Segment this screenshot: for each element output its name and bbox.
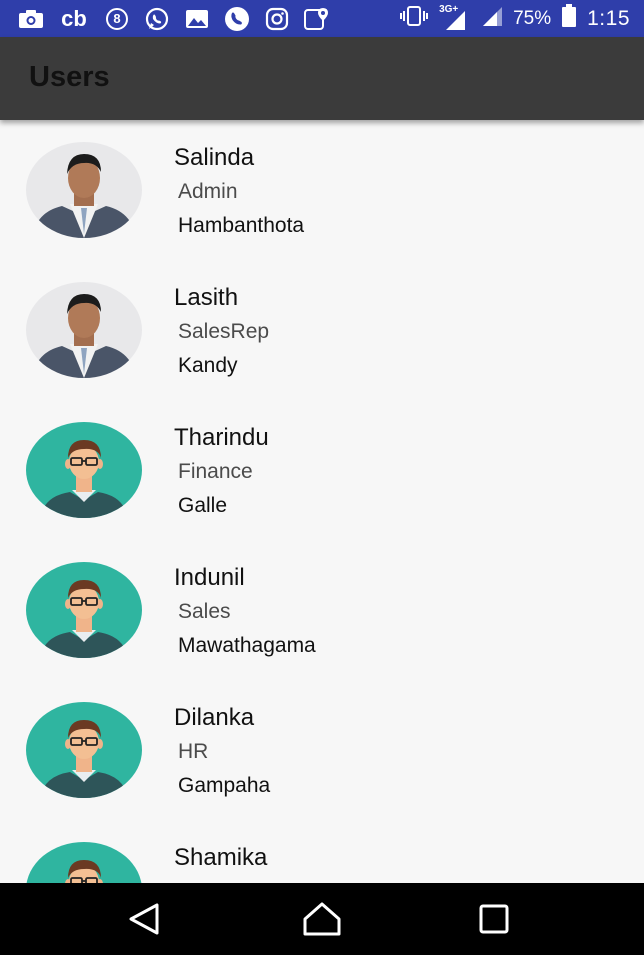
instagram-icon <box>264 7 290 30</box>
whatsapp-icon <box>144 7 170 30</box>
user-name: Lasith <box>174 284 239 311</box>
battery-icon <box>561 3 577 34</box>
user-role: Sales <box>178 600 231 623</box>
home-button[interactable] <box>302 901 342 937</box>
mobile-signal-icon: 3G+ <box>439 4 467 31</box>
phone-icon <box>224 6 250 31</box>
status-bar: cb 8 3G+ 75% 1:15 <box>0 0 644 37</box>
cb-icon: cb <box>61 5 87 31</box>
user-city: Mawathagama <box>178 634 316 657</box>
user-role: Admin <box>178 180 238 203</box>
list-item[interactable]: Tharindu Finance Galle <box>0 400 644 540</box>
list-item[interactable]: Lasith SalesRep Kandy <box>0 260 644 400</box>
notification-icons: cb 8 <box>18 5 330 31</box>
avatar <box>26 842 142 883</box>
avatar <box>26 702 142 798</box>
user-photo <box>26 282 142 378</box>
user-city: Galle <box>178 494 228 517</box>
avatar <box>26 562 142 658</box>
battery-percent: 75% <box>513 7 552 29</box>
user-city: Hambanthota <box>178 214 305 237</box>
user-avatar-illustration <box>26 842 142 883</box>
list-item[interactable]: Salinda Admin Hambanthota <box>0 120 644 260</box>
user-avatar-illustration <box>26 422 142 518</box>
user-role: HR <box>178 740 209 763</box>
recents-button[interactable] <box>476 901 516 937</box>
back-icon <box>129 903 159 935</box>
user-role: SalesRep <box>178 320 270 343</box>
avatar <box>26 142 142 238</box>
avatar <box>26 422 142 518</box>
eight-badge: 8 <box>106 7 128 30</box>
user-name: Shamika <box>174 844 268 871</box>
user-avatar-illustration <box>26 562 142 658</box>
eight-icon: 8 <box>104 7 130 30</box>
avatar <box>26 282 142 378</box>
app-bar: Users <box>0 37 644 120</box>
user-photo <box>26 142 142 238</box>
vibrate-icon <box>399 5 429 33</box>
clock: 1:15 <box>587 6 630 30</box>
home-icon <box>303 902 341 936</box>
location-icon <box>304 7 330 30</box>
system-status: 3G+ 75% 1:15 <box>399 3 630 34</box>
user-role: Finance <box>178 460 253 483</box>
list-item[interactable]: Indunil Sales Mawathagama <box>0 540 644 680</box>
user-avatar-illustration <box>26 702 142 798</box>
back-button[interactable] <box>125 901 165 937</box>
user-list[interactable]: Salinda Admin Hambanthota Lasith SalesRe… <box>0 120 644 883</box>
user-name: Salinda <box>174 144 255 171</box>
image-icon <box>184 8 210 30</box>
user-city: Kandy <box>178 354 238 377</box>
recents-icon <box>479 904 509 934</box>
navigation-bar <box>0 883 644 955</box>
camera-icon <box>18 8 44 30</box>
list-item[interactable]: Dilanka HR Gampaha <box>0 680 644 820</box>
page-title: Users <box>29 61 110 93</box>
user-name: Indunil <box>174 564 245 591</box>
signal-icon <box>477 5 503 33</box>
user-city: Gampaha <box>178 774 271 797</box>
list-item[interactable]: Shamika <box>0 820 644 883</box>
user-name: Tharindu <box>174 424 269 451</box>
user-name: Dilanka <box>174 704 255 731</box>
